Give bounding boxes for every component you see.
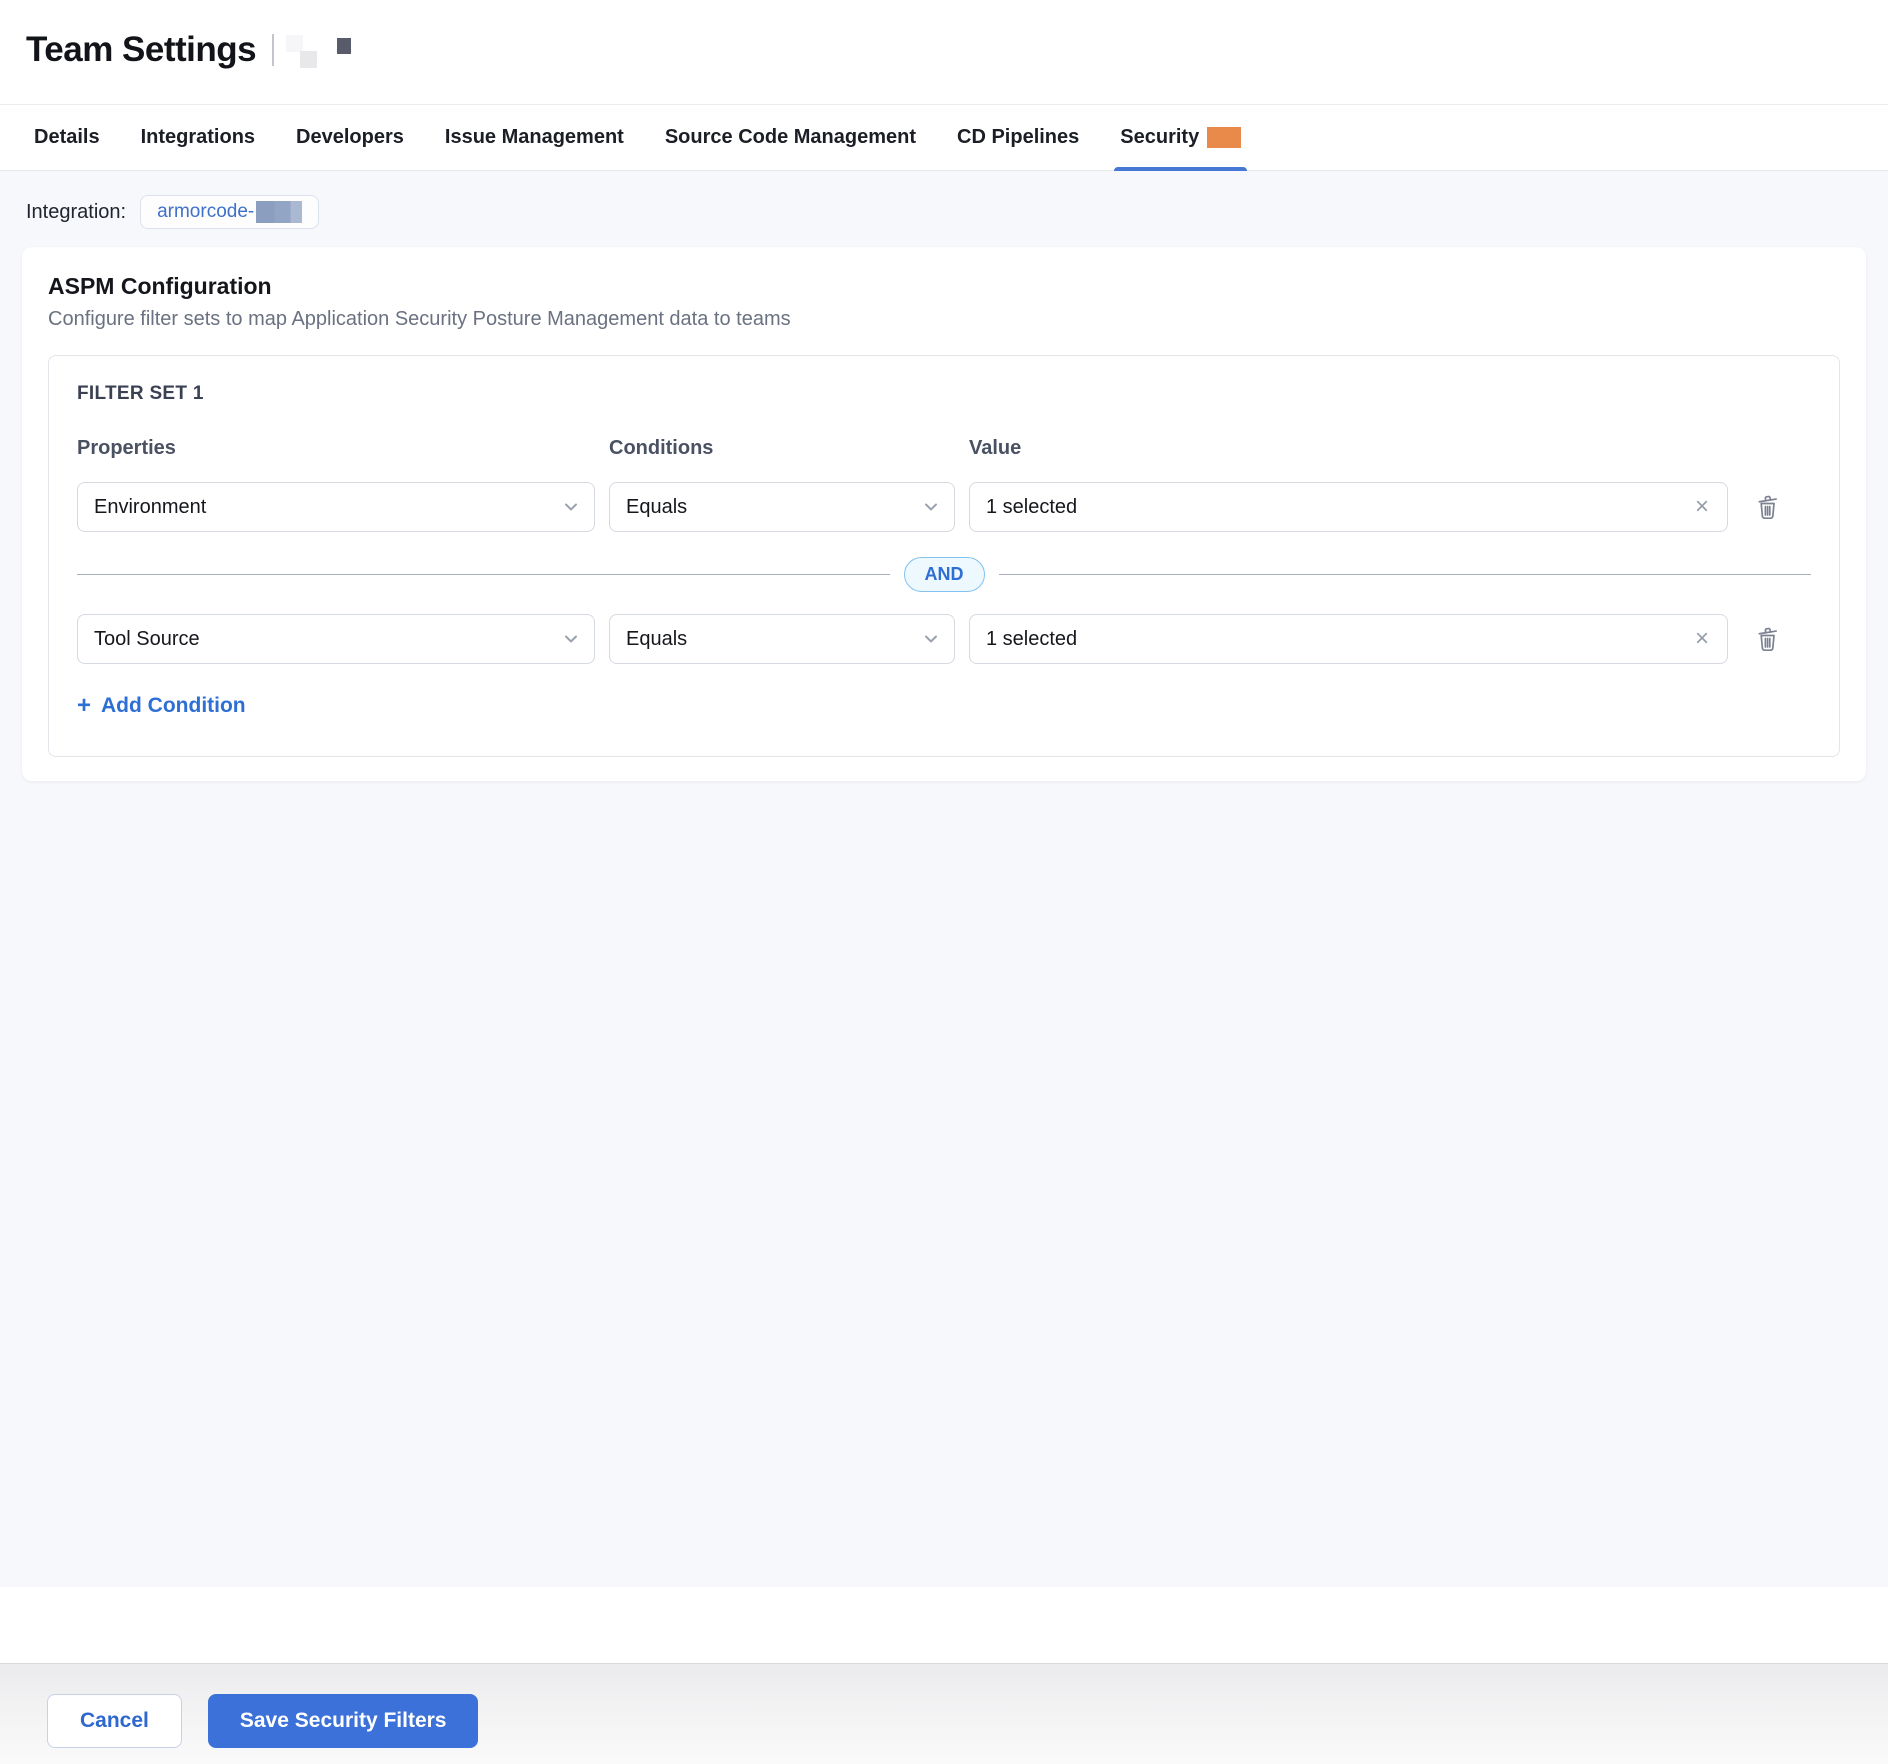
redacted-block: [286, 35, 303, 52]
condition-select-1-value: Equals: [626, 496, 687, 519]
delete-condition-1-button[interactable]: [1754, 491, 1811, 524]
filter-set-title: FILTER SET 1: [77, 383, 1811, 405]
tab-issue-management[interactable]: Issue Management: [445, 105, 624, 170]
title-separator: [272, 34, 274, 66]
integration-value-prefix: armorcode-: [157, 201, 254, 223]
column-header-value: Value: [969, 437, 1728, 460]
column-headers: Properties Conditions Value: [77, 437, 1811, 460]
connector-line: [999, 574, 1812, 575]
tab-security-label: Security: [1120, 126, 1199, 149]
redacted-block: [373, 38, 413, 54]
chevron-down-icon: [562, 498, 580, 516]
chevron-down-icon: [922, 498, 940, 516]
tab-details[interactable]: Details: [34, 105, 100, 170]
chevron-down-icon: [922, 630, 940, 648]
condition-row-2: Tool Source Equals 1 selected ×: [77, 614, 1811, 664]
property-select-1[interactable]: Environment: [77, 482, 595, 532]
redacted-title-suffix: [286, 33, 413, 68]
aspm-configuration-card: ASPM Configuration Configure filter sets…: [22, 247, 1866, 781]
condition-select-2-value: Equals: [626, 628, 687, 651]
aspm-title: ASPM Configuration: [48, 273, 1840, 300]
tab-developers[interactable]: Developers: [296, 105, 404, 170]
integration-chip: armorcode-: [140, 195, 319, 229]
redacted-badge: [1207, 127, 1241, 148]
page-header: Team Settings: [0, 0, 1888, 104]
tab-bar: Details Integrations Developers Issue Ma…: [0, 104, 1888, 171]
integration-label: Integration:: [26, 201, 126, 224]
integration-row: Integration: armorcode-: [0, 171, 1888, 229]
add-condition-button[interactable]: + Add Condition: [77, 694, 246, 718]
clear-value-icon[interactable]: ×: [1691, 495, 1713, 519]
footer-bar: Cancel Save Security Filters: [0, 1663, 1888, 1764]
filter-set-1: FILTER SET 1 Properties Conditions Value…: [48, 355, 1840, 757]
value-select-1-text: 1 selected: [986, 496, 1077, 519]
redacted-block: [256, 201, 302, 223]
tab-security[interactable]: Security: [1120, 105, 1241, 170]
condition-select-1[interactable]: Equals: [609, 482, 955, 532]
add-condition-label: Add Condition: [101, 694, 246, 718]
tab-integrations[interactable]: Integrations: [141, 105, 255, 170]
trash-icon: [1754, 623, 1781, 656]
page-title: Team Settings: [26, 30, 256, 70]
property-select-2-value: Tool Source: [94, 628, 200, 651]
value-select-2-text: 1 selected: [986, 628, 1077, 651]
condition-select-2[interactable]: Equals: [609, 614, 955, 664]
tab-cd-pipelines[interactable]: CD Pipelines: [957, 105, 1079, 170]
and-connector-pill: AND: [904, 557, 985, 592]
tab-source-code-management[interactable]: Source Code Management: [665, 105, 916, 170]
clear-value-icon[interactable]: ×: [1691, 627, 1713, 651]
chevron-down-icon: [562, 630, 580, 648]
property-select-2[interactable]: Tool Source: [77, 614, 595, 664]
delete-condition-2-button[interactable]: [1754, 623, 1811, 656]
connector-line: [77, 574, 890, 575]
aspm-subtitle: Configure filter sets to map Application…: [48, 308, 1840, 331]
column-header-properties: Properties: [77, 437, 595, 460]
cancel-button[interactable]: Cancel: [47, 1694, 182, 1748]
redacted-block: [337, 38, 351, 54]
condition-row-1: Environment Equals 1 selected ×: [77, 482, 1811, 532]
and-connector-row: AND: [77, 557, 1811, 592]
content-area: Integration: armorcode- ASPM Configurati…: [0, 171, 1888, 1587]
column-header-conditions: Conditions: [609, 437, 955, 460]
property-select-1-value: Environment: [94, 496, 206, 519]
redacted-block: [300, 51, 317, 68]
trash-icon: [1754, 491, 1781, 524]
save-security-filters-button[interactable]: Save Security Filters: [208, 1694, 479, 1748]
value-select-2[interactable]: 1 selected ×: [969, 614, 1728, 664]
plus-icon: +: [77, 694, 91, 718]
value-select-1[interactable]: 1 selected ×: [969, 482, 1728, 532]
